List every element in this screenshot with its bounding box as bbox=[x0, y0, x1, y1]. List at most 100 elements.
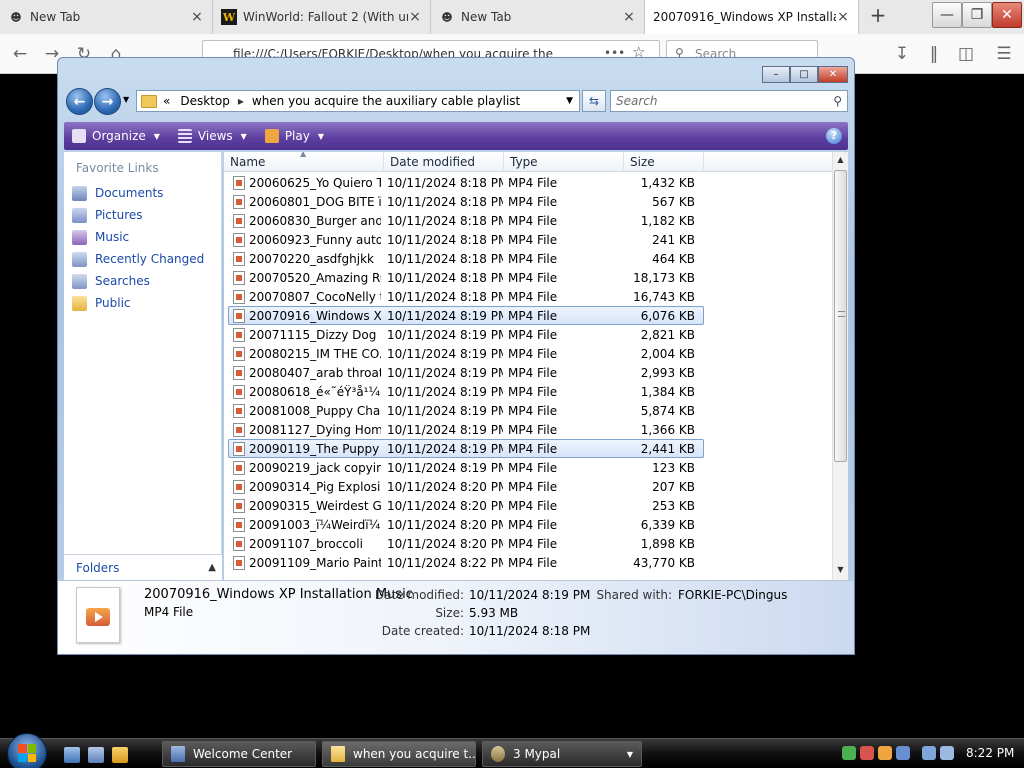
start-button[interactable] bbox=[7, 733, 47, 768]
address-row: ← → ▼ « Desktop ▸ when you acquire the a… bbox=[64, 88, 848, 115]
nav-link-searches[interactable]: Searches bbox=[72, 271, 150, 291]
column-header-name[interactable]: ▲ Name bbox=[224, 152, 384, 172]
organize-button[interactable]: Organize ▼ bbox=[64, 122, 170, 150]
mp4-file-icon bbox=[233, 195, 245, 209]
chevron-down-icon: ▼ bbox=[240, 131, 247, 141]
browser-tab-strip: ☻ New Tab × W WinWorld: Fallout 2 (With … bbox=[0, 0, 1024, 34]
tray-network-icon[interactable] bbox=[842, 746, 856, 760]
mp4-file-icon bbox=[233, 480, 245, 494]
folders-toggle[interactable]: Folders ▲ bbox=[64, 554, 222, 580]
browser-tab-active[interactable]: 20070916_Windows XP Installation × bbox=[645, 0, 859, 34]
sidebar-toggle-icon[interactable]: ◫ bbox=[954, 42, 978, 66]
refresh-button[interactable]: ⇆ bbox=[582, 90, 606, 112]
file-row[interactable]: 20091003_ï¼Weirdï¼... 10/11/2024 8:20 PM M… bbox=[228, 515, 704, 534]
scrollbar-thumb[interactable] bbox=[834, 170, 847, 462]
file-row[interactable]: 20070807_CocoNelly t... 10/11/2024 8:18 P… bbox=[228, 287, 704, 306]
file-row[interactable]: 20080618_é«˜éŸ³å¹¼é... 10/11/2024 8:19 PM… bbox=[228, 382, 704, 401]
nav-link-pictures[interactable]: Pictures bbox=[72, 205, 143, 225]
explorer-search-input[interactable]: Search ⚲ bbox=[610, 90, 848, 112]
file-row[interactable]: 20090314_Pig Explosion 10/11/2024 8:20 PM… bbox=[228, 477, 704, 496]
library-icon[interactable]: ‖ bbox=[922, 42, 946, 66]
address-dropdown-icon[interactable]: ▼ bbox=[566, 96, 573, 106]
file-row[interactable]: 20091107_broccoli 10/11/2024 8:20 PM MP4 F… bbox=[228, 534, 704, 553]
column-header-date[interactable]: Date modified bbox=[384, 152, 504, 172]
file-row[interactable]: 20060801_DOG BITE ï¼... 10/11/2024 8:18 P… bbox=[228, 192, 704, 211]
file-size: 6,076 KB bbox=[640, 309, 695, 323]
details-size: 5.93 MB bbox=[469, 606, 519, 620]
breadcrumb[interactable]: « Desktop ▸ when you acquire the auxilia… bbox=[136, 90, 580, 112]
play-button[interactable]: Play ▼ bbox=[257, 122, 334, 150]
menu-icon[interactable]: ☰ bbox=[992, 42, 1016, 66]
file-row[interactable]: 20071115_Dizzy Dog 10/11/2024 8:19 PM MP4 … bbox=[228, 325, 704, 344]
tray-display-icon[interactable] bbox=[896, 746, 910, 760]
file-size: 16,743 KB bbox=[633, 290, 695, 304]
file-row[interactable]: 20070916_Windows XP... 10/11/2024 8:19 PM… bbox=[228, 306, 704, 325]
explorer-minimize-button[interactable]: – bbox=[762, 66, 790, 83]
column-header-type[interactable]: Type bbox=[504, 152, 624, 172]
file-size: 241 KB bbox=[652, 233, 695, 247]
file-type: MP4 File bbox=[508, 518, 558, 532]
file-row[interactable]: 20070520_Amazing Ru... 10/11/2024 8:18 PM… bbox=[228, 268, 704, 287]
column-header-size[interactable]: Size bbox=[624, 152, 704, 172]
breadcrumb-desktop[interactable]: Desktop bbox=[180, 94, 230, 108]
breadcrumb-current-folder[interactable]: when you acquire the auxiliary cable pla… bbox=[252, 94, 520, 108]
nav-link-music[interactable]: Music bbox=[72, 227, 129, 247]
scroll-up-icon[interactable]: ▲ bbox=[833, 152, 848, 168]
file-row[interactable]: 20090315_Weirdest Gu... 10/11/2024 8:20 P… bbox=[228, 496, 704, 515]
breadcrumb-separator-icon[interactable]: ▸ bbox=[238, 94, 244, 108]
tray-security-icon[interactable] bbox=[860, 746, 874, 760]
recent-pages-chevron-icon[interactable]: ▼ bbox=[123, 95, 129, 104]
taskbar-button-explorer[interactable]: when you acquire t... bbox=[322, 741, 476, 767]
nav-link-recently-changed[interactable]: Recently Changed bbox=[72, 249, 204, 269]
vertical-scrollbar[interactable]: ▲ ▼ bbox=[832, 152, 848, 580]
file-row[interactable]: 20080407_arab throat s... 10/11/2024 8:19… bbox=[228, 363, 704, 382]
back-arrow-icon[interactable]: ← bbox=[66, 88, 93, 115]
browser-restore-button[interactable]: ❐ bbox=[962, 2, 992, 28]
winworld-w-icon: W bbox=[221, 9, 237, 25]
views-button[interactable]: Views ▼ bbox=[170, 122, 257, 150]
close-tab-icon[interactable]: × bbox=[190, 9, 204, 25]
scroll-down-icon[interactable]: ▼ bbox=[833, 562, 848, 578]
folder-icon bbox=[141, 94, 157, 108]
browser-close-button[interactable]: ✕ bbox=[992, 2, 1022, 28]
file-row[interactable]: 20060625_Yo Quiero T... 10/11/2024 8:18 P… bbox=[228, 173, 704, 192]
breadcrumb-overflow[interactable]: « bbox=[163, 94, 170, 108]
browser-tab[interactable]: W WinWorld: Fallout 2 (With un × bbox=[213, 0, 431, 34]
file-row[interactable]: 20090119_The Puppy C... 10/11/2024 8:19 P… bbox=[228, 439, 704, 458]
file-row[interactable]: 20090219_jack copying... 10/11/2024 8:19 … bbox=[228, 458, 704, 477]
help-icon[interactable]: ? bbox=[826, 128, 842, 144]
new-tab-button[interactable]: + bbox=[866, 4, 890, 28]
explorer-close-button[interactable]: ✕ bbox=[818, 66, 848, 83]
file-row[interactable]: 20060830_Burger and F... 10/11/2024 8:18 … bbox=[228, 211, 704, 230]
tray-connection-icon[interactable] bbox=[922, 746, 936, 760]
explorer-maximize-button[interactable]: □ bbox=[790, 66, 818, 83]
nav-link-documents[interactable]: Documents bbox=[72, 183, 163, 203]
file-date-modified: 10/11/2024 8:19 PM bbox=[387, 328, 503, 342]
taskbar-clock[interactable]: 8:22 PM bbox=[966, 746, 1014, 760]
file-date-modified: 10/11/2024 8:20 PM bbox=[387, 518, 503, 532]
downloads-icon[interactable]: ↧ bbox=[890, 42, 914, 66]
nav-link-public[interactable]: Public bbox=[72, 293, 131, 313]
taskbar-button-mypal[interactable]: 3 Mypal ▼ bbox=[482, 741, 642, 767]
close-tab-icon[interactable]: × bbox=[408, 9, 422, 25]
taskbar-button-welcome-center[interactable]: Welcome Center bbox=[162, 741, 316, 767]
show-desktop-icon[interactable] bbox=[64, 747, 80, 763]
back-icon[interactable]: ← bbox=[8, 42, 32, 66]
file-type: MP4 File bbox=[508, 442, 558, 456]
browser-tab[interactable]: ☻ New Tab × bbox=[0, 0, 213, 34]
forward-arrow-icon[interactable]: → bbox=[94, 88, 121, 115]
file-row[interactable]: 20070220_asdfghjkk 10/11/2024 8:18 PM MP4 … bbox=[228, 249, 704, 268]
file-row[interactable]: 20081127_Dying Home... 10/11/2024 8:19 PM… bbox=[228, 420, 704, 439]
file-row[interactable]: 20091109_Mario Paint ... 10/11/2024 8:22 … bbox=[228, 553, 704, 572]
file-row[interactable]: 20081008_Puppy Chan... 10/11/2024 8:19 PM… bbox=[228, 401, 704, 420]
browser-minimize-button[interactable]: — bbox=[932, 2, 962, 28]
close-tab-icon[interactable]: × bbox=[622, 9, 636, 25]
switch-windows-icon[interactable] bbox=[88, 747, 104, 763]
tray-update-icon[interactable] bbox=[878, 746, 892, 760]
close-tab-icon[interactable]: × bbox=[836, 9, 850, 25]
file-row[interactable]: 20080215_IM THE CO... 10/11/2024 8:19 PM M… bbox=[228, 344, 704, 363]
file-row[interactable]: 20060923_Funny auto... 10/11/2024 8:18 PM… bbox=[228, 230, 704, 249]
media-player-icon[interactable] bbox=[112, 747, 128, 763]
tray-volume-icon[interactable] bbox=[940, 746, 954, 760]
browser-tab[interactable]: ☻ New Tab × bbox=[431, 0, 645, 34]
